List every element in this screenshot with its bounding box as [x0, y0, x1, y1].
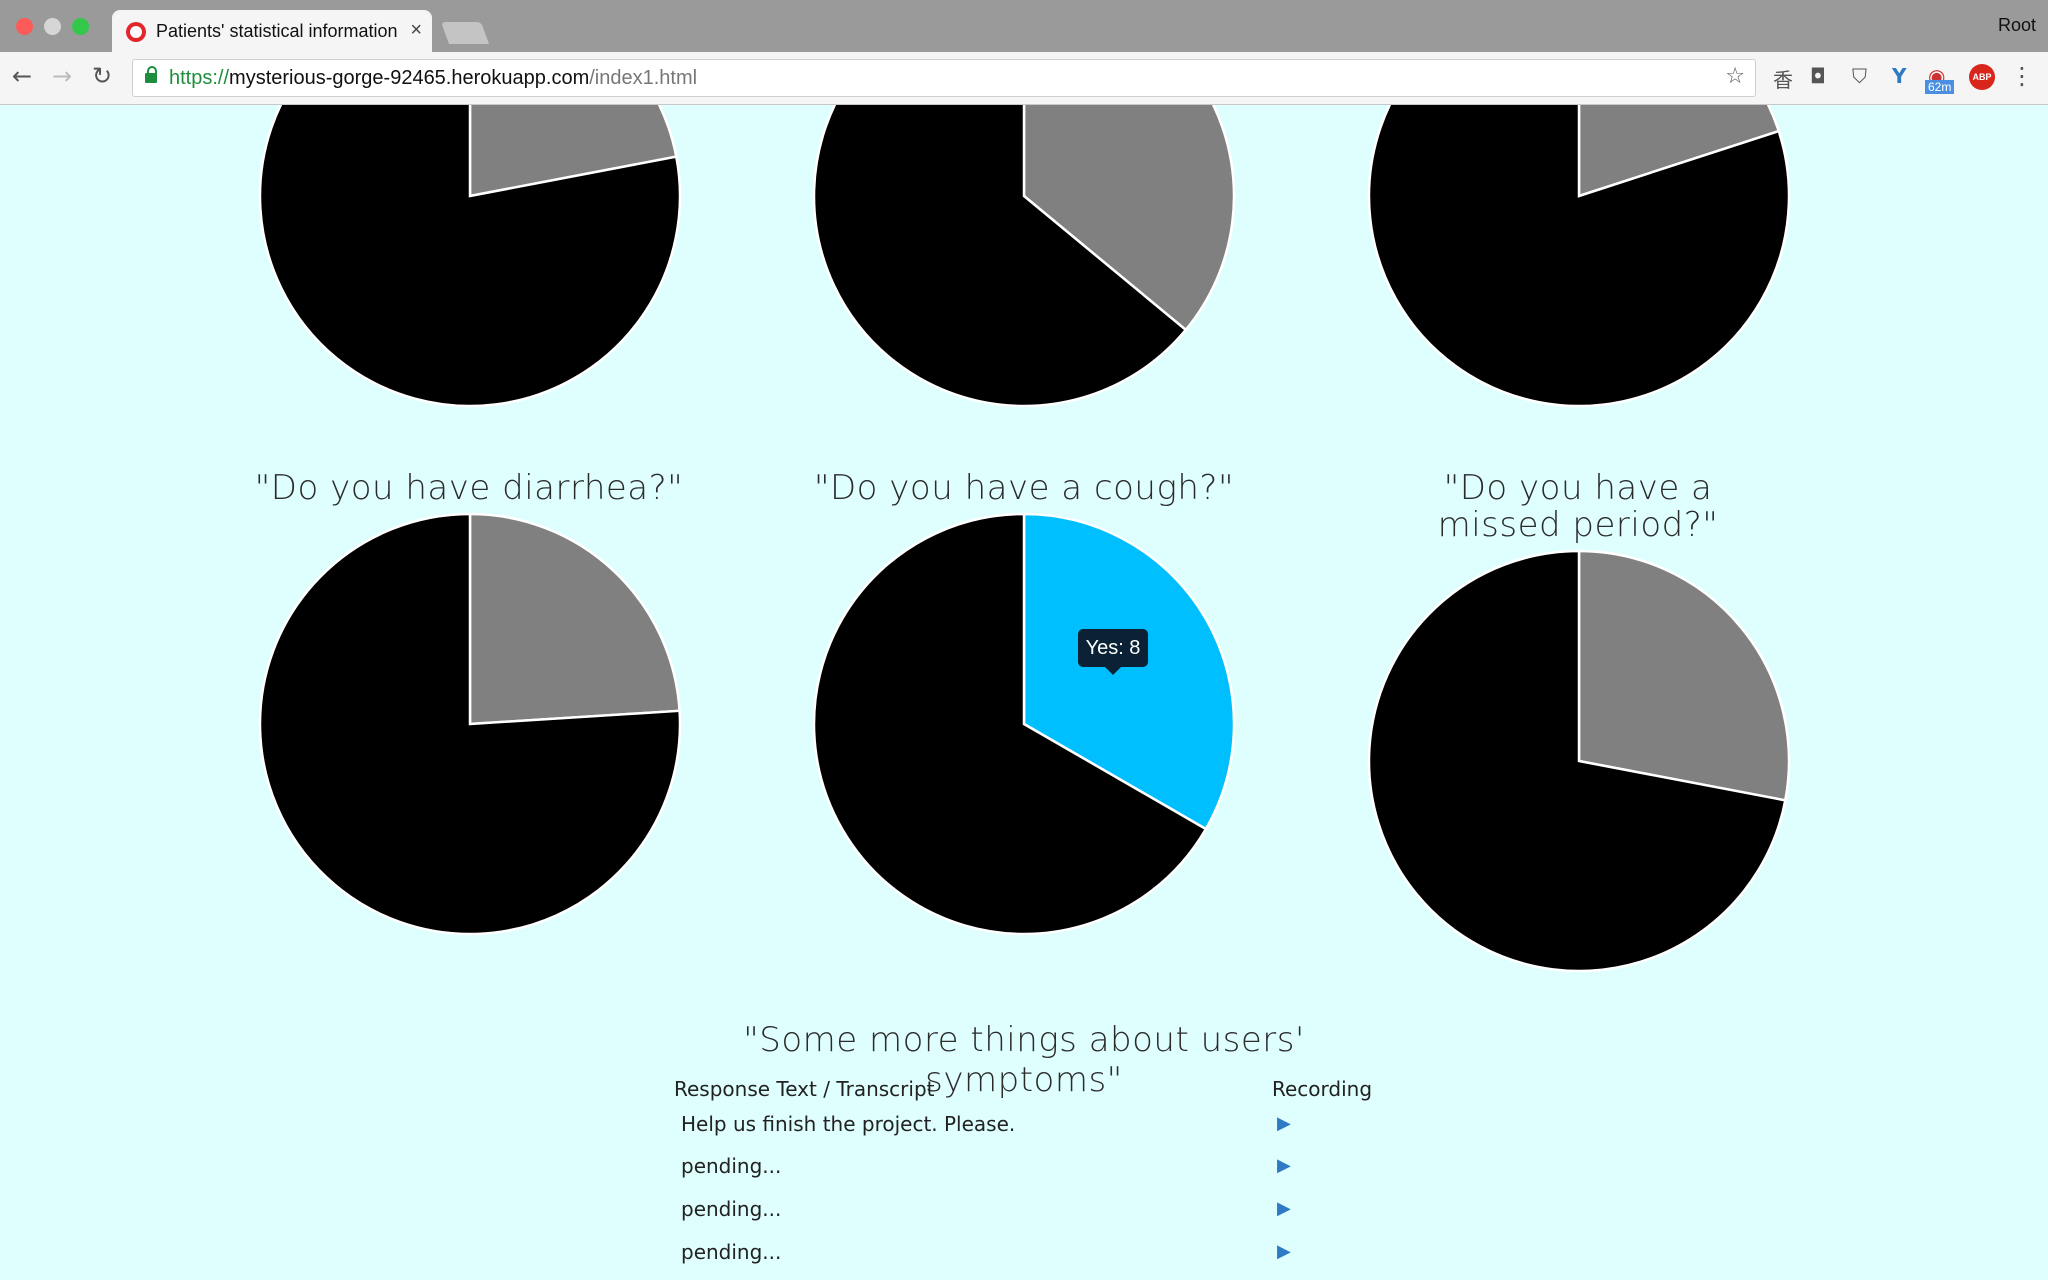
browser-tab-active[interactable]: Patients' statistical information × [112, 10, 432, 54]
pie-svg [258, 105, 682, 408]
forward-arrow-icon[interactable]: → [52, 62, 72, 90]
vivaldi-icon[interactable]: Y [1892, 64, 1906, 88]
address-bar[interactable]: https://mysterious-gorge-92465.herokuapp… [132, 59, 1756, 97]
pie-svg [258, 512, 682, 936]
chart-tooltip: Yes: 8 [1078, 629, 1148, 675]
column-header-response-text: Response Text / Transcript [674, 1077, 935, 1101]
close-window-button[interactable] [16, 18, 33, 35]
url-text[interactable]: https://mysterious-gorge-92465.herokuapp… [169, 67, 697, 90]
pie-slice-no[interactable] [1367, 105, 1791, 408]
new-tab-button[interactable] [440, 22, 490, 44]
tab-title: Patients' statistical information [156, 21, 398, 41]
play-icon[interactable]: ▶ [1277, 1155, 1291, 1176]
page-content: "Do you have diarrhea?" "Do you have a c… [0, 105, 2048, 1280]
translate-icon[interactable]: 香 [1773, 64, 1793, 93]
pie-chart [1367, 105, 1791, 408]
response-text: pending... [681, 1240, 782, 1264]
twilio-favicon-icon [126, 22, 146, 42]
minimize-window-button[interactable] [44, 18, 61, 35]
question-cough: "Do you have a cough?" [813, 468, 1235, 508]
pie-chart-diarrhea [258, 512, 682, 936]
pie-chart [812, 105, 1236, 408]
back-arrow-icon[interactable]: ← [12, 62, 32, 90]
response-text: pending... [681, 1197, 782, 1221]
pie-svg [812, 512, 1236, 936]
pie-svg [812, 105, 1236, 408]
tab-close-icon[interactable]: × [410, 19, 422, 42]
pie-chart-cough [812, 512, 1236, 936]
url-host: mysterious-gorge-92465.herokuapp.com [229, 67, 590, 89]
response-text: pending... [681, 1154, 782, 1178]
question-diarrhea: "Do you have diarrhea?" [254, 468, 684, 508]
pocket-icon[interactable]: ⛉ [1852, 64, 1867, 88]
bookmark-star-icon[interactable]: ☆ [1725, 64, 1745, 89]
url-path: /index1.html [589, 67, 698, 89]
pie-slice-yes[interactable] [468, 512, 681, 726]
url-scheme: https:// [169, 67, 230, 89]
play-icon[interactable]: ▶ [1277, 1113, 1291, 1134]
lastpass-icon[interactable]: ◘ [1810, 64, 1826, 88]
timer-badge: 62m [1925, 80, 1955, 94]
play-icon[interactable]: ▶ [1277, 1241, 1291, 1262]
pie-chart [258, 105, 682, 408]
adblock-icon[interactable]: ABP [1969, 64, 1995, 90]
pie-chart-missed-period [1367, 549, 1791, 973]
play-icon[interactable]: ▶ [1277, 1198, 1291, 1219]
maximize-window-button[interactable] [72, 18, 89, 35]
lock-icon [145, 66, 157, 83]
browser-toolbar: ← → ↻ https://mysterious-gorge-92465.her… [0, 52, 2048, 105]
question-missed-period: "Do you have a missed period?" [1437, 468, 1719, 545]
browser-menu-icon[interactable]: ⋮ [2010, 62, 2034, 90]
reload-icon[interactable]: ↻ [92, 62, 112, 90]
browser-titlebar: Patients' statistical information × Root [0, 0, 2048, 54]
pie-slice-yes[interactable] [1577, 549, 1791, 802]
pie-svg [1367, 105, 1791, 408]
column-header-recording: Recording [1272, 1077, 1373, 1101]
pie-svg [1367, 549, 1791, 973]
response-text: Help us finish the project. Please. [681, 1112, 1016, 1136]
profile-name[interactable]: Root [1998, 15, 2036, 36]
